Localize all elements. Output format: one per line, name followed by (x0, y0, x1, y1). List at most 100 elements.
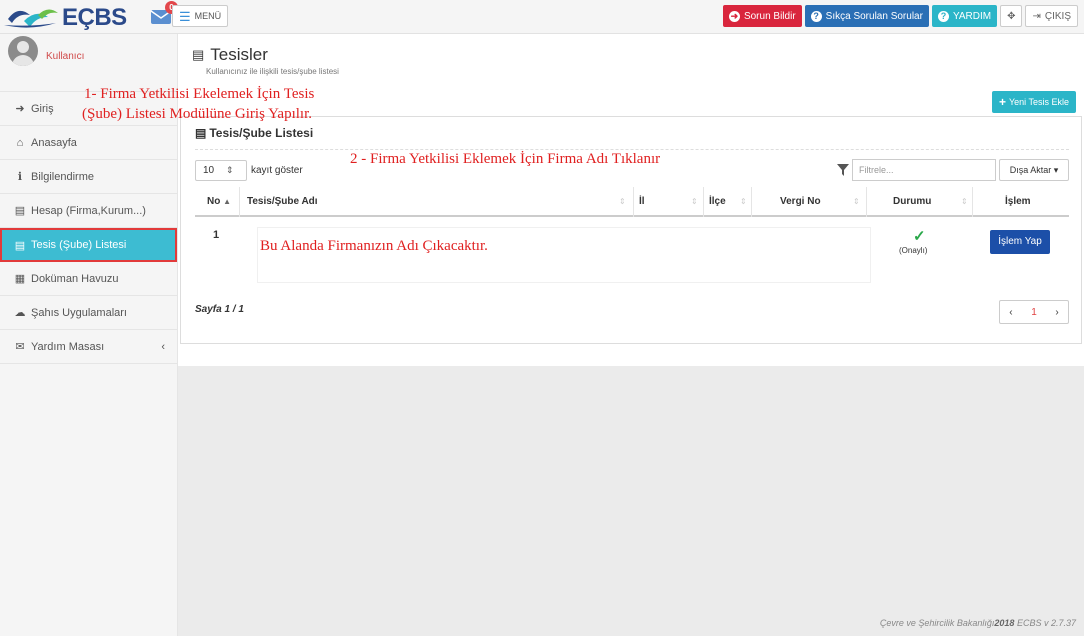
logo-mark-icon (4, 9, 58, 28)
status-text: (Onaylı) (899, 246, 928, 255)
page-info: Sayfa 1 / 1 (195, 304, 244, 315)
sidebar-item-sahis-uygulamalari[interactable]: ☁ Şahıs Uygulamaları (0, 296, 177, 330)
hamburger-icon: ☰ (179, 8, 191, 24)
export-button[interactable]: Dışa Aktar ▾ (999, 159, 1069, 181)
topbar-actions: ➜ Sorun Bildir ? Sıkça Sorulan Sorular ?… (722, 5, 1078, 27)
content-area: ▤ Tesisler Kullanıcınız ile ilişkili tes… (178, 34, 1084, 366)
sidebar-item-label: Doküman Havuzu (31, 272, 119, 285)
sidebar-item-label: Yardım Masası (31, 340, 105, 353)
footer-year: 2018 (994, 618, 1015, 628)
sidebar-item-hesap[interactable]: ▤ Hesap (Firma,Kurum...) (0, 194, 177, 228)
next-page-icon[interactable]: › (1055, 307, 1058, 318)
building-icon: ▤ (195, 126, 207, 140)
arrow-circle-icon: ➜ (728, 10, 740, 22)
folder-icon: ▦ (14, 273, 26, 285)
user-panel: Kullanıcı (0, 34, 177, 92)
report-issue-button[interactable]: ➜ Sorun Bildir (722, 5, 802, 27)
column-header-ilce[interactable]: İlçe (709, 187, 726, 217)
footer-version: ECBS v 2.7.37 (1016, 618, 1076, 628)
sort-icon: ⇕ (619, 197, 626, 206)
caret-down-icon: ▾ (1053, 165, 1059, 175)
sort-icon: ⇕ (961, 197, 968, 206)
facility-name-link[interactable]: Bu Alanda Firmanızın Adı Çıkacaktır. (260, 238, 488, 255)
avatar[interactable] (8, 36, 38, 66)
logout-button[interactable]: ⇥ ÇIKIŞ (1025, 5, 1078, 27)
info-icon: ℹ (17, 171, 23, 183)
sidebar-item-label: Hesap (Firma,Kurum...) (31, 204, 146, 217)
page-length-select[interactable]: 10 ⇕ (195, 160, 247, 181)
logo-text: EÇBS (62, 4, 127, 31)
table-row: 1 Bu Alanda Firmanızın Adı Çıkacaktır. ✓… (195, 219, 1069, 285)
sort-icon: ⇕ (740, 197, 747, 206)
sidebar-item-yardim-masasi[interactable]: ✉ Yardım Masası ‹ (0, 330, 177, 364)
annotation-step2: 2 - Firma Yetkilisi Eklemek İçin Firma A… (350, 151, 661, 167)
sort-icon: ⇕ (691, 197, 698, 206)
cloud-icon: ☁ (14, 307, 26, 319)
menu-toggle-button[interactable]: ☰ MENÜ (172, 5, 229, 27)
column-header-name[interactable]: Tesis/Şube Adı (247, 187, 318, 217)
annotation-step1-line2: (Şube) Listesi Modülüne Giriş Yapılır. (82, 106, 313, 122)
panel-title: ▤ Tesis/Şube Listesi (195, 126, 313, 140)
sort-arrows-icon: ⇕ (226, 165, 234, 175)
sidebar-item-label: Bilgilendirme (31, 170, 94, 183)
building-icon: ▤ (14, 239, 26, 252)
question-circle-icon: ? (937, 10, 949, 22)
top-navbar: EÇBS 0 ☰ MENÜ ➜ Sorun Bildir ? Sıkça Sor… (0, 0, 1084, 34)
sidebar-item-dokuman-havuzu[interactable]: ▦ Doküman Havuzu (0, 262, 177, 296)
panel-title-text: Tesis/Şube Listesi (209, 126, 314, 140)
plus-icon: + (998, 95, 1006, 109)
sort-icon: ⇕ (853, 197, 860, 206)
building-icon: ▤ (192, 47, 205, 62)
sign-in-icon: ➜ (15, 103, 25, 115)
fullscreen-button[interactable]: ✥ (1000, 5, 1023, 27)
envelope-icon: ✉ (15, 341, 25, 353)
action-button[interactable]: İşlem Yap (990, 230, 1050, 254)
help-label: YARDIM (952, 10, 992, 22)
column-header-durumu[interactable]: Durumu (893, 187, 931, 217)
sidebar-item-anasayfa[interactable]: ⌂ Anasayfa (0, 126, 177, 160)
sidebar-item-bilgilendirme[interactable]: ℹ Bilgilendirme (0, 160, 177, 194)
table-header: No ▲ Tesis/Şube Adı ⇕ İl ⇕ İlçe ⇕ Vergi … (195, 187, 1069, 217)
menu-label: MENÜ (194, 11, 222, 21)
chevron-left-icon: ‹ (161, 340, 165, 353)
sign-out-icon: ⇥ (1032, 10, 1041, 22)
footer: Çevre ve Şehircilik Bakanlığı2018 ECBS v… (880, 618, 1076, 628)
move-arrows-icon: ✥ (1007, 10, 1016, 22)
main-content: ▤ Tesisler Kullanıcınız ile ilişkili tes… (178, 34, 1084, 636)
filter-icon (837, 164, 849, 176)
building-icon: ▤ (14, 205, 26, 217)
home-icon: ⌂ (16, 136, 24, 149)
facility-name-cell[interactable]: Bu Alanda Firmanızın Adı Çıkacaktır. (257, 227, 871, 283)
sidebar-item-label: Tesis (Şube) Listesi (31, 239, 127, 251)
column-header-islem: İşlem (1005, 196, 1031, 207)
help-button[interactable]: ? YARDIM (931, 5, 998, 27)
filter-input[interactable]: Filtrele... (852, 159, 996, 181)
check-icon: ✓ (913, 228, 926, 245)
sidebar-item-label: Giriş (31, 102, 54, 115)
sidebar-item-label: Anasayfa (31, 136, 77, 149)
app-logo[interactable]: EÇBS (4, 3, 144, 31)
question-circle-icon: ? (810, 10, 822, 22)
page-length-label: kayıt göster (251, 165, 303, 176)
column-header-no[interactable]: No ▲ (207, 187, 231, 217)
logout-label: ÇIKIŞ (1044, 10, 1071, 22)
faq-button[interactable]: ? Sıkça Sorulan Sorular (804, 5, 929, 27)
sidebar: Kullanıcı ➜ Giriş ⌂ Anasayfa ℹ Bilgilend… (0, 34, 178, 636)
footer-org: Çevre ve Şehircilik Bakanlığı (879, 618, 995, 628)
export-label: Dışa Aktar (1009, 165, 1052, 175)
prev-page-icon[interactable]: ‹ (1009, 307, 1012, 318)
pagination: ‹ 1 › (999, 300, 1069, 324)
sidebar-item-label: Şahıs Uygulamaları (31, 306, 127, 319)
column-header-il[interactable]: İl (639, 187, 645, 217)
divider (195, 149, 1069, 150)
page-title-text: Tesisler (210, 45, 268, 64)
report-issue-label: Sorun Bildir (743, 10, 796, 22)
user-name[interactable]: Kullanıcı (46, 51, 84, 62)
add-facility-label: Yeni Tesis Ekle (1008, 97, 1069, 107)
page-title: ▤ Tesisler (192, 45, 268, 65)
add-facility-button[interactable]: + Yeni Tesis Ekle (991, 91, 1076, 113)
column-header-vergi-no[interactable]: Vergi No (780, 187, 821, 217)
page-number[interactable]: 1 (1031, 307, 1037, 318)
sidebar-item-tesis-listesi[interactable]: ▤ Tesis (Şube) Listesi (0, 228, 177, 262)
row-number: 1 (213, 229, 220, 241)
